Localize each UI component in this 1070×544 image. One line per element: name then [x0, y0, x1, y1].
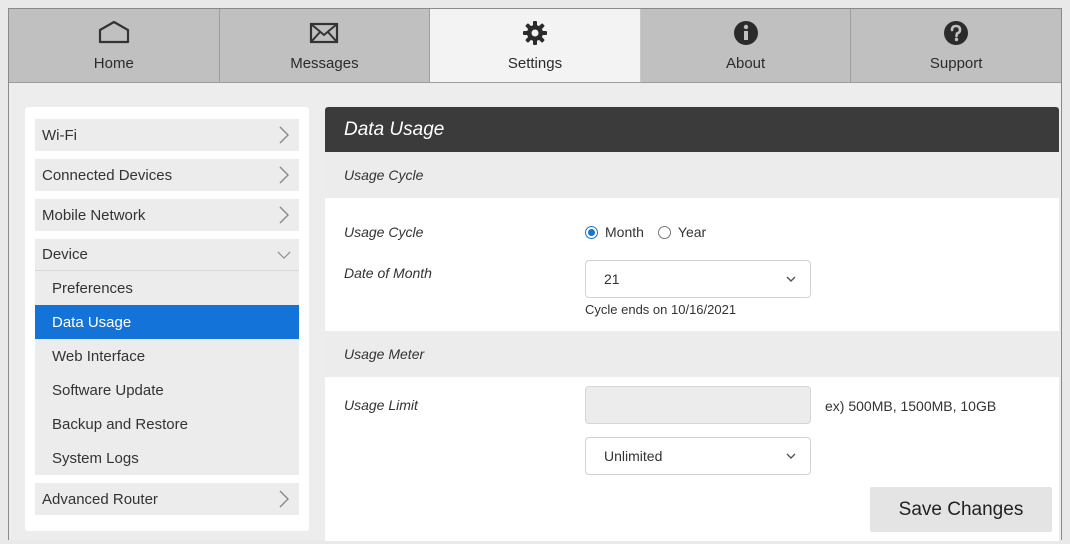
tab-home-label: Home — [93, 55, 134, 72]
sidebar-item-label: Mobile Network — [42, 206, 146, 224]
tab-about-label: About — [725, 55, 766, 72]
sidebar-subitem-system-logs[interactable]: System Logs — [35, 441, 299, 475]
sidebar-item-wifi[interactable]: Wi-Fi — [35, 119, 299, 151]
home-icon — [97, 18, 131, 48]
sidebar-subitem-backup-restore[interactable]: Backup and Restore — [35, 407, 299, 441]
chevron-down-icon — [277, 245, 291, 265]
tab-settings[interactable]: Settings — [430, 9, 641, 82]
date-of-month-select[interactable]: 21 — [585, 260, 811, 298]
chevron-right-icon — [277, 125, 291, 145]
sidebar-item-advanced-router[interactable]: Advanced Router — [35, 483, 299, 515]
chevron-right-icon — [277, 489, 291, 509]
radio-month[interactable] — [585, 225, 598, 239]
chevron-right-icon — [277, 205, 291, 225]
gear-icon — [522, 18, 548, 48]
question-icon — [943, 18, 969, 48]
limit-unit-select[interactable]: Unlimited — [585, 437, 811, 475]
chevron-down-icon — [786, 274, 798, 284]
sidebar-item-connected-devices[interactable]: Connected Devices — [35, 159, 299, 191]
section-usage-cycle: Usage Cycle — [325, 152, 1059, 198]
app-frame: Home Messages Settings About Support Wi-… — [8, 8, 1062, 541]
sidebar-subitem-data-usage[interactable]: Data Usage — [35, 305, 299, 339]
sidebar-item-label: Device — [42, 246, 88, 263]
usage-limit-example: ex) 500MB, 1500MB, 10GB — [825, 398, 997, 414]
usage-limit-input[interactable] — [585, 386, 811, 424]
tab-messages-label: Messages — [290, 55, 359, 72]
date-of-month-value: 21 — [604, 271, 620, 287]
sidebar-item-label: Wi-Fi — [42, 126, 77, 144]
panel-title: Data Usage — [325, 107, 1059, 152]
tab-about[interactable]: About — [640, 9, 852, 82]
tab-support-label: Support — [929, 55, 983, 72]
usage-limit-label: Usage Limit — [344, 397, 418, 413]
usage-cycle-radio-group: Month Year — [585, 224, 720, 240]
cycle-end-text: Cycle ends on 10/16/2021 — [585, 302, 737, 317]
sidebar-item-label: Connected Devices — [42, 166, 173, 184]
sidebar-subitem-software-update[interactable]: Software Update — [35, 373, 299, 407]
sidebar-item-device[interactable]: Device — [35, 239, 299, 271]
info-icon — [733, 18, 759, 48]
sidebar-group-device: Device Preferences Data Usage Web Interf… — [35, 239, 299, 475]
radio-month-label: Month — [605, 224, 644, 240]
sidebar-item-label: Advanced Router — [42, 490, 158, 508]
envelope-icon — [309, 18, 339, 48]
sidebar-subitem-preferences[interactable]: Preferences — [35, 271, 299, 305]
sidebar: Wi-Fi Connected Devices Mobile Network D… — [25, 107, 309, 531]
date-of-month-label: Date of Month — [344, 265, 432, 281]
top-navigation: Home Messages Settings About Support — [9, 9, 1061, 83]
chevron-down-icon — [786, 451, 798, 461]
tab-messages[interactable]: Messages — [219, 9, 431, 82]
section-usage-meter: Usage Meter — [325, 331, 1059, 377]
tab-support[interactable]: Support — [851, 9, 1061, 82]
tab-settings-label: Settings — [507, 55, 563, 72]
usage-cycle-label: Usage Cycle — [344, 224, 424, 240]
sidebar-item-mobile-network[interactable]: Mobile Network — [35, 199, 299, 231]
tab-home[interactable]: Home — [9, 9, 220, 82]
save-changes-button[interactable]: Save Changes — [870, 487, 1052, 532]
chevron-right-icon — [277, 165, 291, 185]
data-usage-panel: Data Usage Usage Cycle Usage Cycle Month… — [325, 107, 1059, 541]
radio-year[interactable] — [657, 225, 671, 239]
radio-year-label: Year — [677, 224, 707, 240]
sidebar-subitem-web-interface[interactable]: Web Interface — [35, 339, 299, 373]
limit-unit-value: Unlimited — [604, 448, 663, 464]
